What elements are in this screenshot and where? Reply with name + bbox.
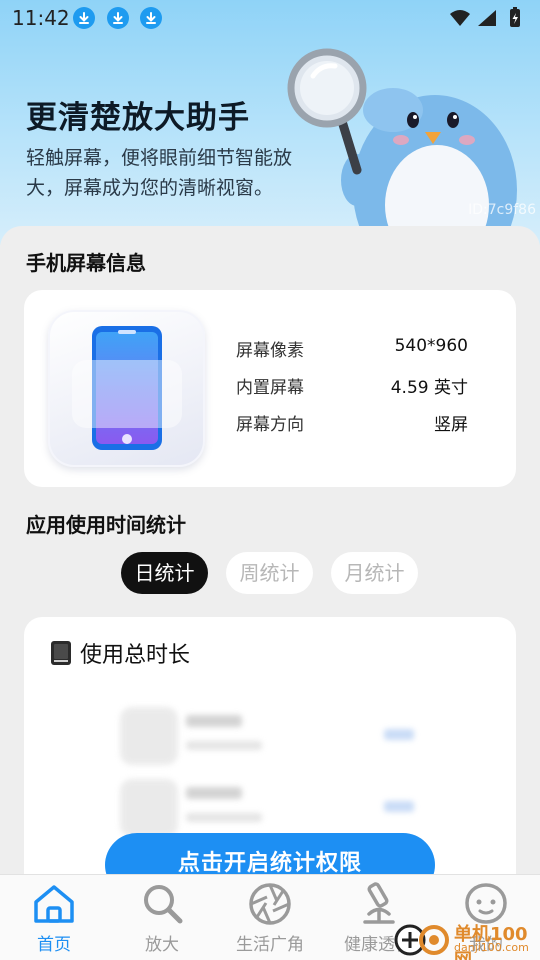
site-logo-icon <box>394 924 449 956</box>
home-icon <box>34 885 74 923</box>
site-watermark-url: danji100.com <box>454 941 529 954</box>
info-label: 屏幕像素 <box>236 341 304 361</box>
magnifier-icon <box>144 885 183 924</box>
tab-daily[interactable]: 日统计 <box>121 552 208 594</box>
info-value: 竖屏 <box>434 415 468 435</box>
app-usage-placeholder <box>120 779 420 841</box>
info-value: 540*960 <box>394 336 468 356</box>
download-icon <box>107 7 129 29</box>
main-content: 手机屏幕信息 屏幕像素 540*960 内置屏幕 4.59 英寸 屏幕方向 竖屏… <box>0 226 540 917</box>
tab-weekly[interactable]: 周统计 <box>226 552 313 594</box>
wifi-icon <box>450 10 470 26</box>
info-label: 内置屏幕 <box>236 378 304 398</box>
status-bar: 11:42 <box>0 0 540 36</box>
usage-card-title: 使用总时长 <box>80 643 191 668</box>
info-row-resolution: 屏幕像素 540*960 <box>236 336 468 373</box>
nav-item-magnify[interactable]: 放大 <box>108 875 216 960</box>
status-time: 11:42 <box>12 6 70 30</box>
book-icon <box>51 641 71 665</box>
screen-info-list: 屏幕像素 540*960 内置屏幕 4.59 英寸 屏幕方向 竖屏 <box>236 336 468 447</box>
download-icon <box>73 7 95 29</box>
banner-headline: 更清楚放大助手 <box>26 100 250 136</box>
tab-monthly[interactable]: 月统计 <box>331 552 418 594</box>
banner-subtitle: 轻触屏幕，便将眼前细节智能放大，屏幕成为您的清晰视窗。 <box>26 147 293 199</box>
header-banner: 11:42 更清楚放大助手 轻触屏幕，便将眼前细节智能放大，屏幕成为您的清晰视窗… <box>0 0 540 245</box>
system-status-icons <box>450 7 520 27</box>
site-watermark-name: 单机100网 <box>454 924 528 960</box>
app-usage-placeholder <box>120 707 420 769</box>
nav-label: 放大 <box>145 935 179 955</box>
nav-label: 生活广角 <box>236 935 304 955</box>
nav-item-wide-angle[interactable]: 生活广角 <box>216 875 324 960</box>
info-row-screen-size: 内置屏幕 4.59 英寸 <box>236 373 468 410</box>
screen-info-title: 手机屏幕信息 <box>26 251 146 275</box>
info-row-orientation: 屏幕方向 竖屏 <box>236 410 468 447</box>
screen-info-card: 屏幕像素 540*960 内置屏幕 4.59 英寸 屏幕方向 竖屏 <box>24 290 516 487</box>
signal-icon <box>478 10 496 26</box>
nav-item-home[interactable]: 首页 <box>0 875 108 960</box>
stats-period-tabs: 日统计 周统计 月统计 <box>0 552 540 594</box>
info-value: 4.59 英寸 <box>390 378 468 398</box>
info-label: 屏幕方向 <box>236 415 304 435</box>
phone-icon <box>48 310 205 467</box>
usage-stats-title: 应用使用时间统计 <box>26 513 186 537</box>
nav-label: 首页 <box>37 935 71 955</box>
site-watermark: 单机100网 danji100.com <box>394 916 540 960</box>
image-id-watermark: ID:7c9f86 <box>468 202 536 218</box>
download-icon <box>140 7 162 29</box>
aperture-icon <box>249 883 291 925</box>
